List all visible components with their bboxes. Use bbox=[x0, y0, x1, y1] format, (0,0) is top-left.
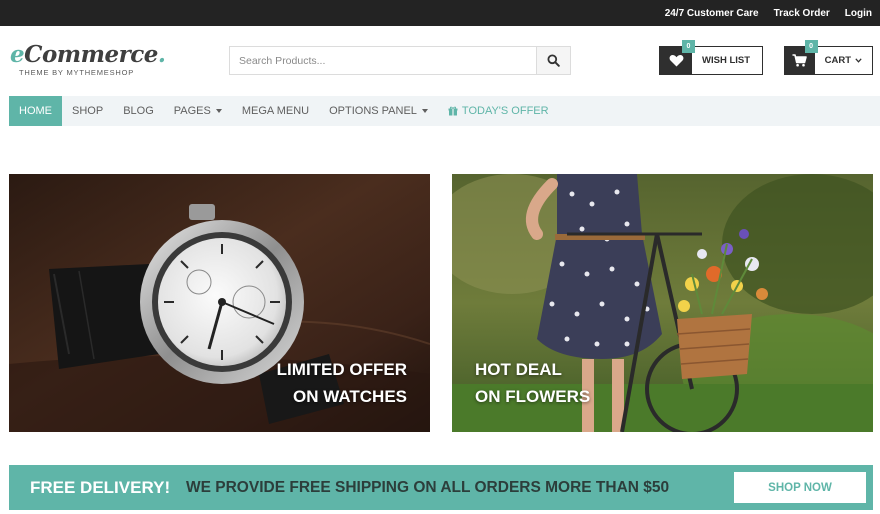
main-nav: HOME SHOP BLOG PAGES MEGA MENU OPTIONS P… bbox=[9, 96, 880, 126]
header: eCommerce. THEME BY MYTHEMESHOP 0 WISH L… bbox=[0, 26, 880, 96]
wish-list-count-badge: 0 bbox=[682, 40, 695, 53]
customer-care-link[interactable]: 24/7 Customer Care bbox=[665, 8, 759, 19]
site-logo[interactable]: eCommerce. THEME BY MYTHEMESHOP bbox=[10, 41, 166, 78]
free-delivery-banner: FREE DELIVERY! WE PROVIDE FREE SHIPPING … bbox=[9, 465, 873, 510]
nav-item-blog[interactable]: BLOG bbox=[113, 96, 164, 126]
nav-item-options-panel[interactable]: OPTIONS PANEL bbox=[319, 96, 438, 126]
cart-icon bbox=[792, 54, 808, 67]
flowers-banner[interactable]: HOT DEAL ON FLOWERS bbox=[452, 174, 873, 432]
free-delivery-text: WE PROVIDE FREE SHIPPING ON ALL ORDERS M… bbox=[186, 478, 670, 496]
cart-button[interactable]: 0 CART bbox=[784, 40, 873, 75]
wish-list-button[interactable]: 0 WISH LIST bbox=[659, 40, 763, 75]
search-icon bbox=[547, 54, 560, 67]
logo-tagline: THEME BY MYTHEMESHOP bbox=[19, 68, 135, 77]
nav-item-home[interactable]: HOME bbox=[9, 96, 62, 126]
login-link[interactable]: Login bbox=[845, 8, 872, 19]
wish-list-label: WISH LIST bbox=[702, 55, 751, 66]
search-button[interactable] bbox=[536, 47, 570, 74]
watches-banner-caption: LIMITED OFFER ON WATCHES bbox=[276, 360, 407, 406]
watches-banner[interactable]: LIMITED OFFER ON WATCHES bbox=[9, 174, 430, 432]
search-input[interactable] bbox=[230, 47, 536, 74]
gift-icon bbox=[448, 106, 458, 116]
search-bar bbox=[229, 46, 571, 75]
nav-item-mega-menu[interactable]: MEGA MENU bbox=[232, 96, 319, 126]
top-links: 24/7 Customer Care Track Order Login bbox=[665, 0, 872, 26]
nav-item-todays-offer[interactable]: TODAY'S OFFER bbox=[438, 96, 559, 126]
cart-count-badge: 0 bbox=[804, 40, 818, 53]
logo-wordmark: eCommerce. bbox=[10, 41, 166, 68]
caret-down-icon bbox=[215, 109, 222, 113]
flowers-banner-caption: HOT DEAL ON FLOWERS bbox=[475, 360, 591, 406]
heart-icon bbox=[669, 55, 683, 67]
nav-item-shop[interactable]: SHOP bbox=[62, 96, 113, 126]
nav-item-pages[interactable]: PAGES bbox=[164, 96, 232, 126]
cart-label: CART bbox=[824, 55, 851, 66]
chevron-down-icon bbox=[855, 58, 862, 63]
track-order-link[interactable]: Track Order bbox=[774, 8, 830, 19]
shop-now-button[interactable]: SHOP NOW bbox=[734, 472, 866, 503]
caret-down-icon bbox=[421, 109, 428, 113]
free-delivery-title: FREE DELIVERY! bbox=[30, 477, 171, 497]
top-bar: 24/7 Customer Care Track Order Login bbox=[0, 0, 880, 26]
